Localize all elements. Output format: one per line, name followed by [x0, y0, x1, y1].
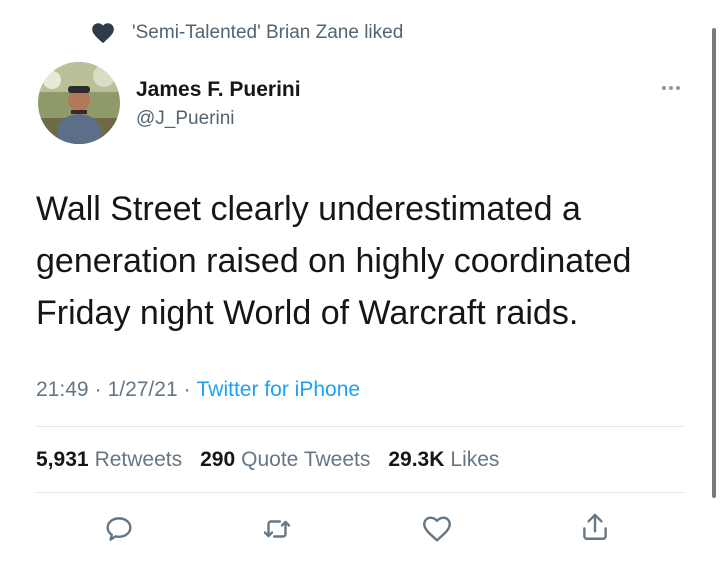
- meta-separator: ·: [94, 378, 102, 401]
- like-icon[interactable]: [420, 512, 454, 546]
- retweet-icon[interactable]: [260, 512, 294, 546]
- tweet-date: 1/27/21: [107, 378, 178, 401]
- heart-filled-icon: [92, 23, 114, 44]
- share-icon[interactable]: [578, 510, 612, 544]
- author-name[interactable]: James F. Puerini: [136, 78, 301, 102]
- social-context: 'Semi-Talented' Brian Zane liked: [90, 20, 403, 46]
- tweet-meta: 21:49 · 1/27/21 · Twitter for iPhone: [36, 378, 360, 402]
- quote-tweets-count: 290: [200, 448, 236, 471]
- quote-tweets-label: Quote Tweets: [241, 448, 371, 471]
- retweets-count: 5,931: [36, 448, 89, 471]
- retweets-label: Retweets: [94, 448, 183, 471]
- likes-count: 29.3K: [388, 448, 445, 471]
- tweet-stats: 5,931 Retweets 290 Quote Tweets 29.3K Li…: [36, 448, 517, 472]
- meta-separator: ·: [183, 378, 191, 401]
- reply-icon[interactable]: [102, 512, 136, 546]
- divider: [36, 492, 684, 493]
- tweet-text: Wall Street clearly underestimated a gen…: [36, 190, 632, 332]
- tweet-source-link[interactable]: Twitter for iPhone: [197, 378, 360, 402]
- retweets-stat[interactable]: 5,931 Retweets: [36, 448, 182, 472]
- likes-label: Likes: [450, 448, 500, 471]
- tweet-time: 21:49: [36, 378, 89, 401]
- likes-stat[interactable]: 29.3K Likes: [388, 448, 499, 472]
- quote-tweets-stat[interactable]: 290 Quote Tweets: [200, 448, 370, 472]
- divider: [36, 426, 684, 427]
- more-options-icon[interactable]: [662, 86, 680, 90]
- action-bar: [0, 510, 720, 550]
- avatar[interactable]: [38, 62, 120, 144]
- scrollbar[interactable]: [712, 28, 716, 498]
- author-handle[interactable]: @J_Puerini: [136, 108, 235, 130]
- social-context-text: 'Semi-Talented' Brian Zane liked: [132, 22, 404, 43]
